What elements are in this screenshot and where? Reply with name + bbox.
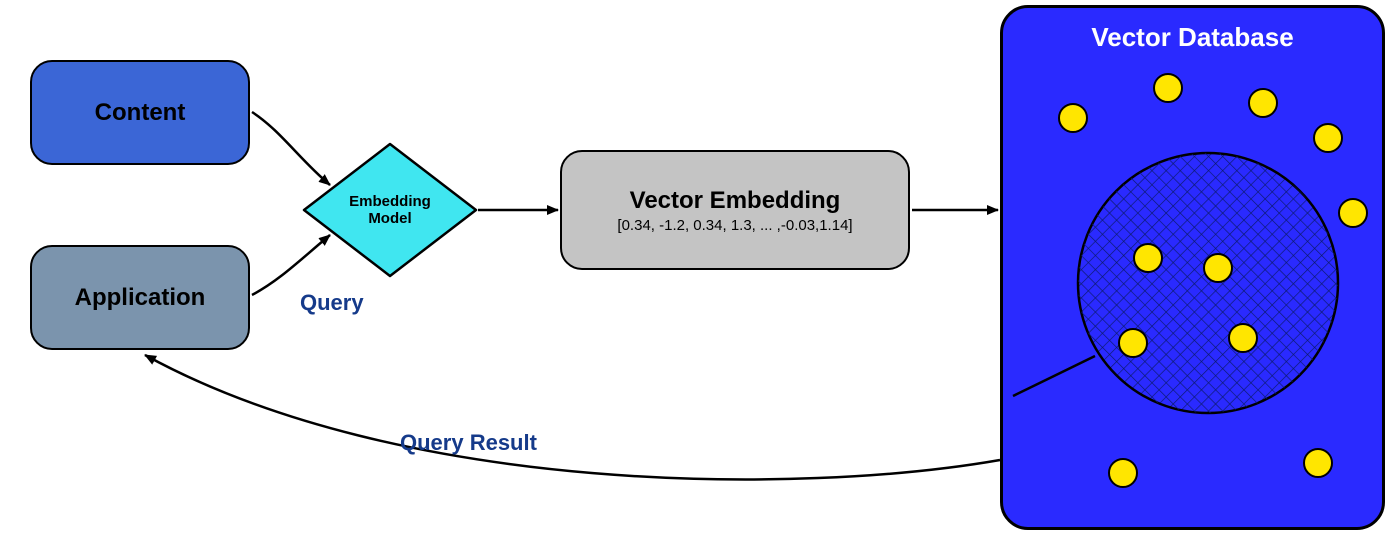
embedding-model-label-line2: Model [368, 210, 411, 227]
embedding-model-label-line1: Embedding [349, 193, 431, 210]
vector-embedding-title: Vector Embedding [630, 187, 841, 215]
content-node-label: Content [95, 99, 186, 127]
vector-point [1058, 103, 1088, 133]
vector-point [1228, 323, 1258, 353]
vector-point [1108, 458, 1138, 488]
vector-database-node: Vector Database [1000, 5, 1385, 530]
vector-point [1118, 328, 1148, 358]
embedding-model-node: Embedding Model [300, 140, 480, 280]
vector-point [1153, 73, 1183, 103]
query-edge-label: Query [300, 290, 364, 316]
application-node: Application [30, 245, 250, 350]
vector-point [1303, 448, 1333, 478]
vector-point [1313, 123, 1343, 153]
vector-embedding-node: Vector Embedding [0.34, -1.2, 0.34, 1.3,… [560, 150, 910, 270]
vector-point [1203, 253, 1233, 283]
content-node: Content [30, 60, 250, 165]
vector-point [1248, 88, 1278, 118]
vector-point [1133, 243, 1163, 273]
vector-embedding-values: [0.34, -1.2, 0.34, 1.3, ... ,-0.03,1.14] [617, 217, 852, 234]
vector-point [1338, 198, 1368, 228]
diagram-canvas: Content Application Embedding Model Quer… [0, 0, 1399, 537]
application-node-label: Application [75, 284, 206, 312]
query-result-edge-label: Query Result [400, 430, 537, 456]
